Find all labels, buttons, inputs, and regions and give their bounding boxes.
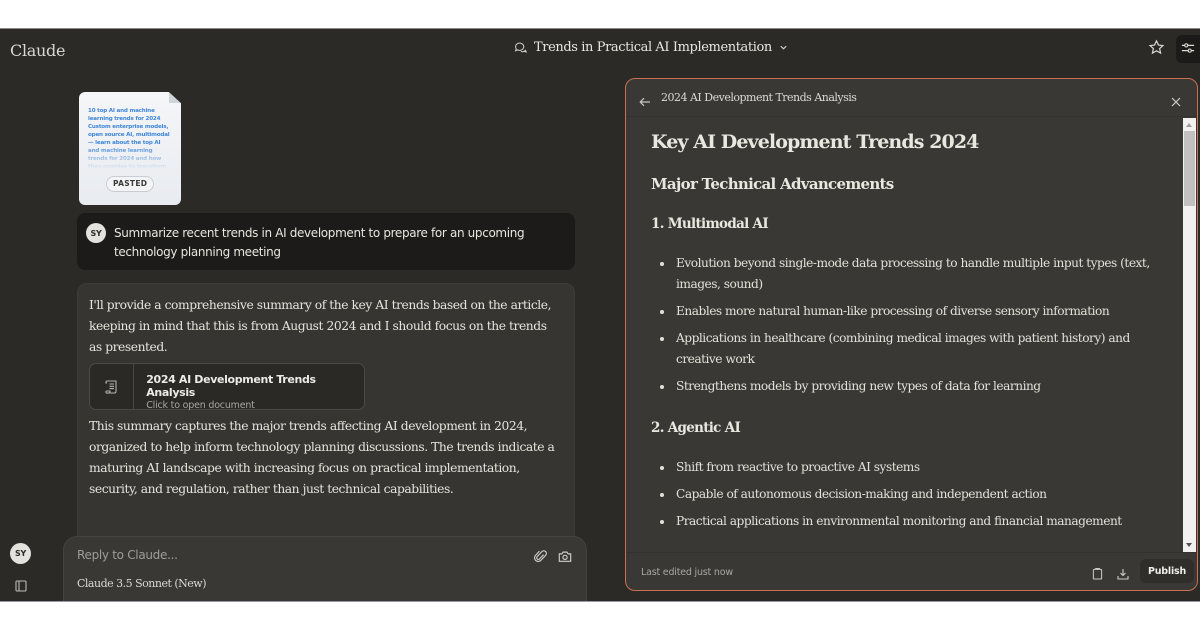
list-item: Capable of autonomous decision-making an… <box>660 484 1171 505</box>
window-bottom-edge <box>0 601 1200 602</box>
scrollbar-thumb[interactable] <box>1184 131 1195 206</box>
subsection-heading-agentic: 2. Agentic AI <box>651 420 741 436</box>
subsection-heading-multimodal: 1. Multimodal AI <box>651 216 769 232</box>
assistant-outro-text: This summary captures the major trends a… <box>89 419 555 496</box>
artifact-document: Key AI Development Trends 2024 Major Tec… <box>651 129 1171 538</box>
sliders-icon <box>1181 40 1195 59</box>
conversation-title-dropdown[interactable]: Trends in Practical AI Implementation <box>514 40 788 55</box>
bullet-list-agentic: Shift from reactive to proactive AI syst… <box>651 457 1171 532</box>
sidebar-user-avatar: SY <box>10 543 31 564</box>
camera-icon[interactable] <box>558 548 572 567</box>
artifact-subtitle: Click to open document <box>146 400 255 411</box>
list-item: Evolution beyond single-mode data proces… <box>660 253 1171 295</box>
message-composer: Claude 3.5 Sonnet (New) <box>63 536 587 601</box>
assistant-intro-text: I'll provide a comprehensive summary of … <box>89 298 552 354</box>
artifact-panel-title: 2024 AI Development Trends Analysis <box>661 91 857 104</box>
artifact-panel-header: 2024 AI Development Trends Analysis <box>626 79 1197 117</box>
chat-bubbles-icon <box>514 41 527 54</box>
user-avatar: SY <box>86 223 106 243</box>
document-section-heading: Major Technical Advancements <box>651 175 894 193</box>
back-arrow-icon[interactable] <box>639 92 651 111</box>
open-artifact-button[interactable]: 2024 AI Development Trends Analysis Clic… <box>89 363 365 411</box>
clipboard-icon[interactable] <box>1092 565 1103 584</box>
scroll-up-arrow[interactable] <box>1186 123 1192 127</box>
list-item: Shift from reactive to proactive AI syst… <box>660 457 1171 478</box>
last-edited-status: Last edited just now <box>641 567 733 578</box>
reply-input[interactable] <box>77 548 517 562</box>
pasted-content-card[interactable]: 10 top AI and machine learning trends fo… <box>79 92 181 205</box>
claude-app-window: Claude Trends in Practical AI Implementa… <box>0 28 1200 601</box>
pasted-snippet: 10 top AI and machine learning trends fo… <box>88 108 170 169</box>
sidebar-toggle-icon[interactable] <box>15 577 27 596</box>
pasted-badge: PASTED <box>106 176 155 192</box>
document-scrollbar[interactable] <box>1183 118 1196 552</box>
document-scroll-icon <box>90 364 135 409</box>
paperclip-icon[interactable] <box>533 548 547 567</box>
page-fold <box>169 92 181 103</box>
bullet-list-multimodal: Evolution beyond single-mode data proces… <box>651 253 1171 397</box>
brand-logo[interactable]: Claude <box>10 41 65 60</box>
conversation-title: Trends in Practical AI Implementation <box>534 40 772 55</box>
list-item: Practical applications in environmental … <box>660 511 1171 532</box>
download-icon[interactable] <box>1117 565 1129 584</box>
account-menu[interactable]: SY <box>10 543 31 564</box>
list-item: Applications in healthcare (combining me… <box>660 328 1171 370</box>
scroll-down-arrow[interactable] <box>1186 543 1192 547</box>
model-selector[interactable]: Claude 3.5 Sonnet (New) <box>77 577 207 590</box>
publish-button[interactable]: Publish <box>1140 559 1194 583</box>
chevron-down-icon <box>779 43 788 52</box>
user-message: SY Summarize recent trends in AI develop… <box>77 213 575 270</box>
list-item: Strengthens models by providing new type… <box>660 376 1171 397</box>
artifact-panel-footer: Last edited just now Publish <box>626 552 1197 590</box>
user-message-text: Summarize recent trends in AI developmen… <box>114 226 525 259</box>
artifact-title: 2024 AI Development Trends Analysis <box>146 373 316 399</box>
assistant-message: I'll provide a comprehensive summary of … <box>77 283 575 563</box>
chat-controls-button[interactable] <box>1176 35 1200 63</box>
star-icon[interactable] <box>1148 39 1165 60</box>
list-item: Enables more natural human-like processi… <box>660 301 1171 322</box>
close-icon[interactable] <box>1171 92 1181 111</box>
document-title: Key AI Development Trends 2024 <box>651 131 979 153</box>
artifact-panel: 2024 AI Development Trends Analysis Key … <box>625 78 1198 591</box>
